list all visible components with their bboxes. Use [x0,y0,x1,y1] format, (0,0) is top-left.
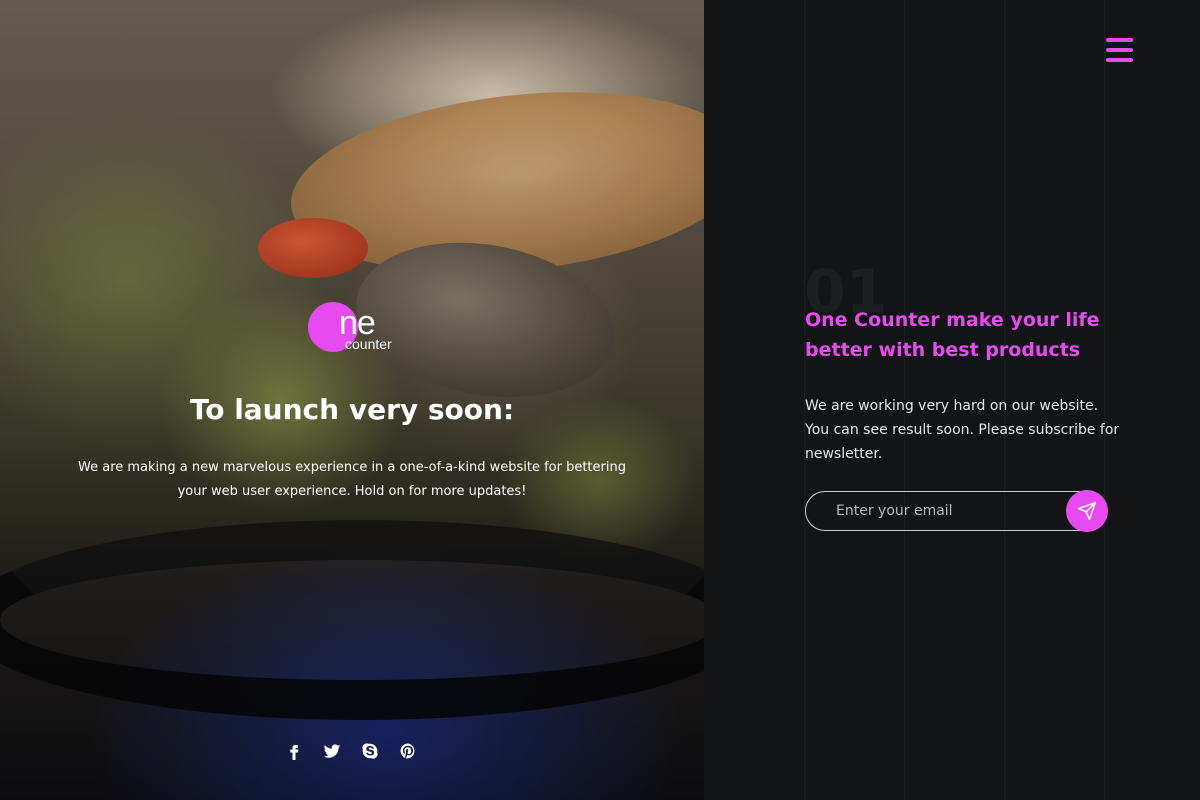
facebook-icon[interactable] [284,740,304,762]
send-icon [1077,501,1097,521]
social-links [284,740,418,762]
logo-main-text: ne [339,304,376,342]
subscribe-form [805,490,1108,532]
send-button[interactable] [1066,490,1108,532]
logo-sub-text: counter [345,336,392,352]
panel-description: We are working very hard on our website.… [805,398,1120,462]
hero-section: ne counter To launch very soon: We are m… [0,0,704,800]
tagline: One Counter make your life better with b… [805,309,1100,361]
logo[interactable]: ne counter [308,302,408,358]
hero-title: To launch very soon: [189,393,515,426]
hero-description: We are making a new marvelous experience… [78,460,626,499]
twitter-icon[interactable] [322,740,342,762]
email-input[interactable] [806,492,1066,530]
skype-icon[interactable] [360,740,380,762]
info-panel: 01 One Counter make your life better wit… [704,0,1200,800]
pinterest-icon[interactable] [398,740,418,762]
hamburger-menu-icon[interactable] [1106,38,1133,66]
